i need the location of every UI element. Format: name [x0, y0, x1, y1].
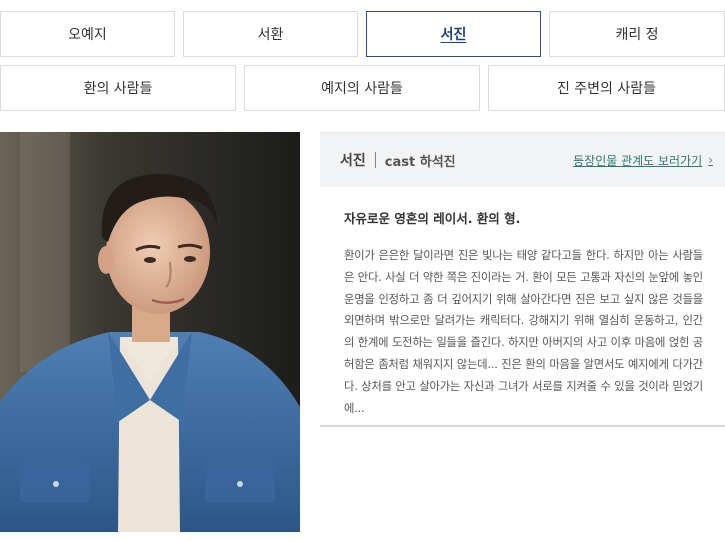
divider	[374, 152, 376, 168]
tab-label: 진 주변의 사람들	[556, 81, 657, 97]
profile-body: 자유로운 영혼의 레이서. 환의 형. 환이가 은은한 달이라면 진은 빛나는 …	[320, 187, 725, 419]
relation-chart-link[interactable]: 등장인물 관계도 보러가기 ›	[573, 152, 713, 169]
tab-label: 환의 사람들	[83, 81, 153, 97]
tab-jin-people[interactable]: 진 주변의 사람들	[488, 65, 725, 111]
tab-label: 캐리 정	[615, 27, 659, 43]
character-photo	[0, 132, 300, 532]
cast-info: cast 하석진	[385, 151, 456, 170]
tab-label: 서환	[257, 27, 284, 43]
tab-label: 오예지	[68, 27, 107, 43]
character-profile-panel: 서진 cast 하석진 등장인물 관계도 보러가기 › 자유로운 영혼의 레이서…	[320, 132, 725, 427]
tab-oh-yeji[interactable]: 오예지	[0, 11, 175, 57]
tab-seo-jin[interactable]: 서진	[366, 11, 541, 57]
character-tagline: 자유로운 영혼의 레이서. 환의 형.	[344, 211, 521, 226]
tab-hwan-people[interactable]: 환의 사람들	[0, 65, 236, 111]
tab-yeji-people[interactable]: 예지의 사람들	[244, 65, 480, 111]
character-name: 서진	[340, 153, 366, 169]
tab-label: 서진	[440, 27, 467, 43]
chevron-right-icon: ›	[708, 153, 713, 167]
tab-carrie-jung[interactable]: 캐리 정	[549, 11, 725, 57]
actor-name: 하석진	[419, 154, 456, 170]
tab-seo-hwan[interactable]: 서환	[183, 11, 358, 57]
character-description: 환이가 은은한 달이라면 진은 빛나는 태양 같다고들 한다. 하지만 아는 사…	[344, 249, 703, 415]
portrait-illustration	[0, 132, 300, 532]
profile-header: 서진 cast 하석진 등장인물 관계도 보러가기 ›	[320, 132, 725, 187]
tab-label: 예지의 사람들	[321, 81, 403, 97]
cast-label: cast	[384, 154, 416, 170]
relation-link-label: 등장인물 관계도 보러가기	[573, 153, 703, 168]
